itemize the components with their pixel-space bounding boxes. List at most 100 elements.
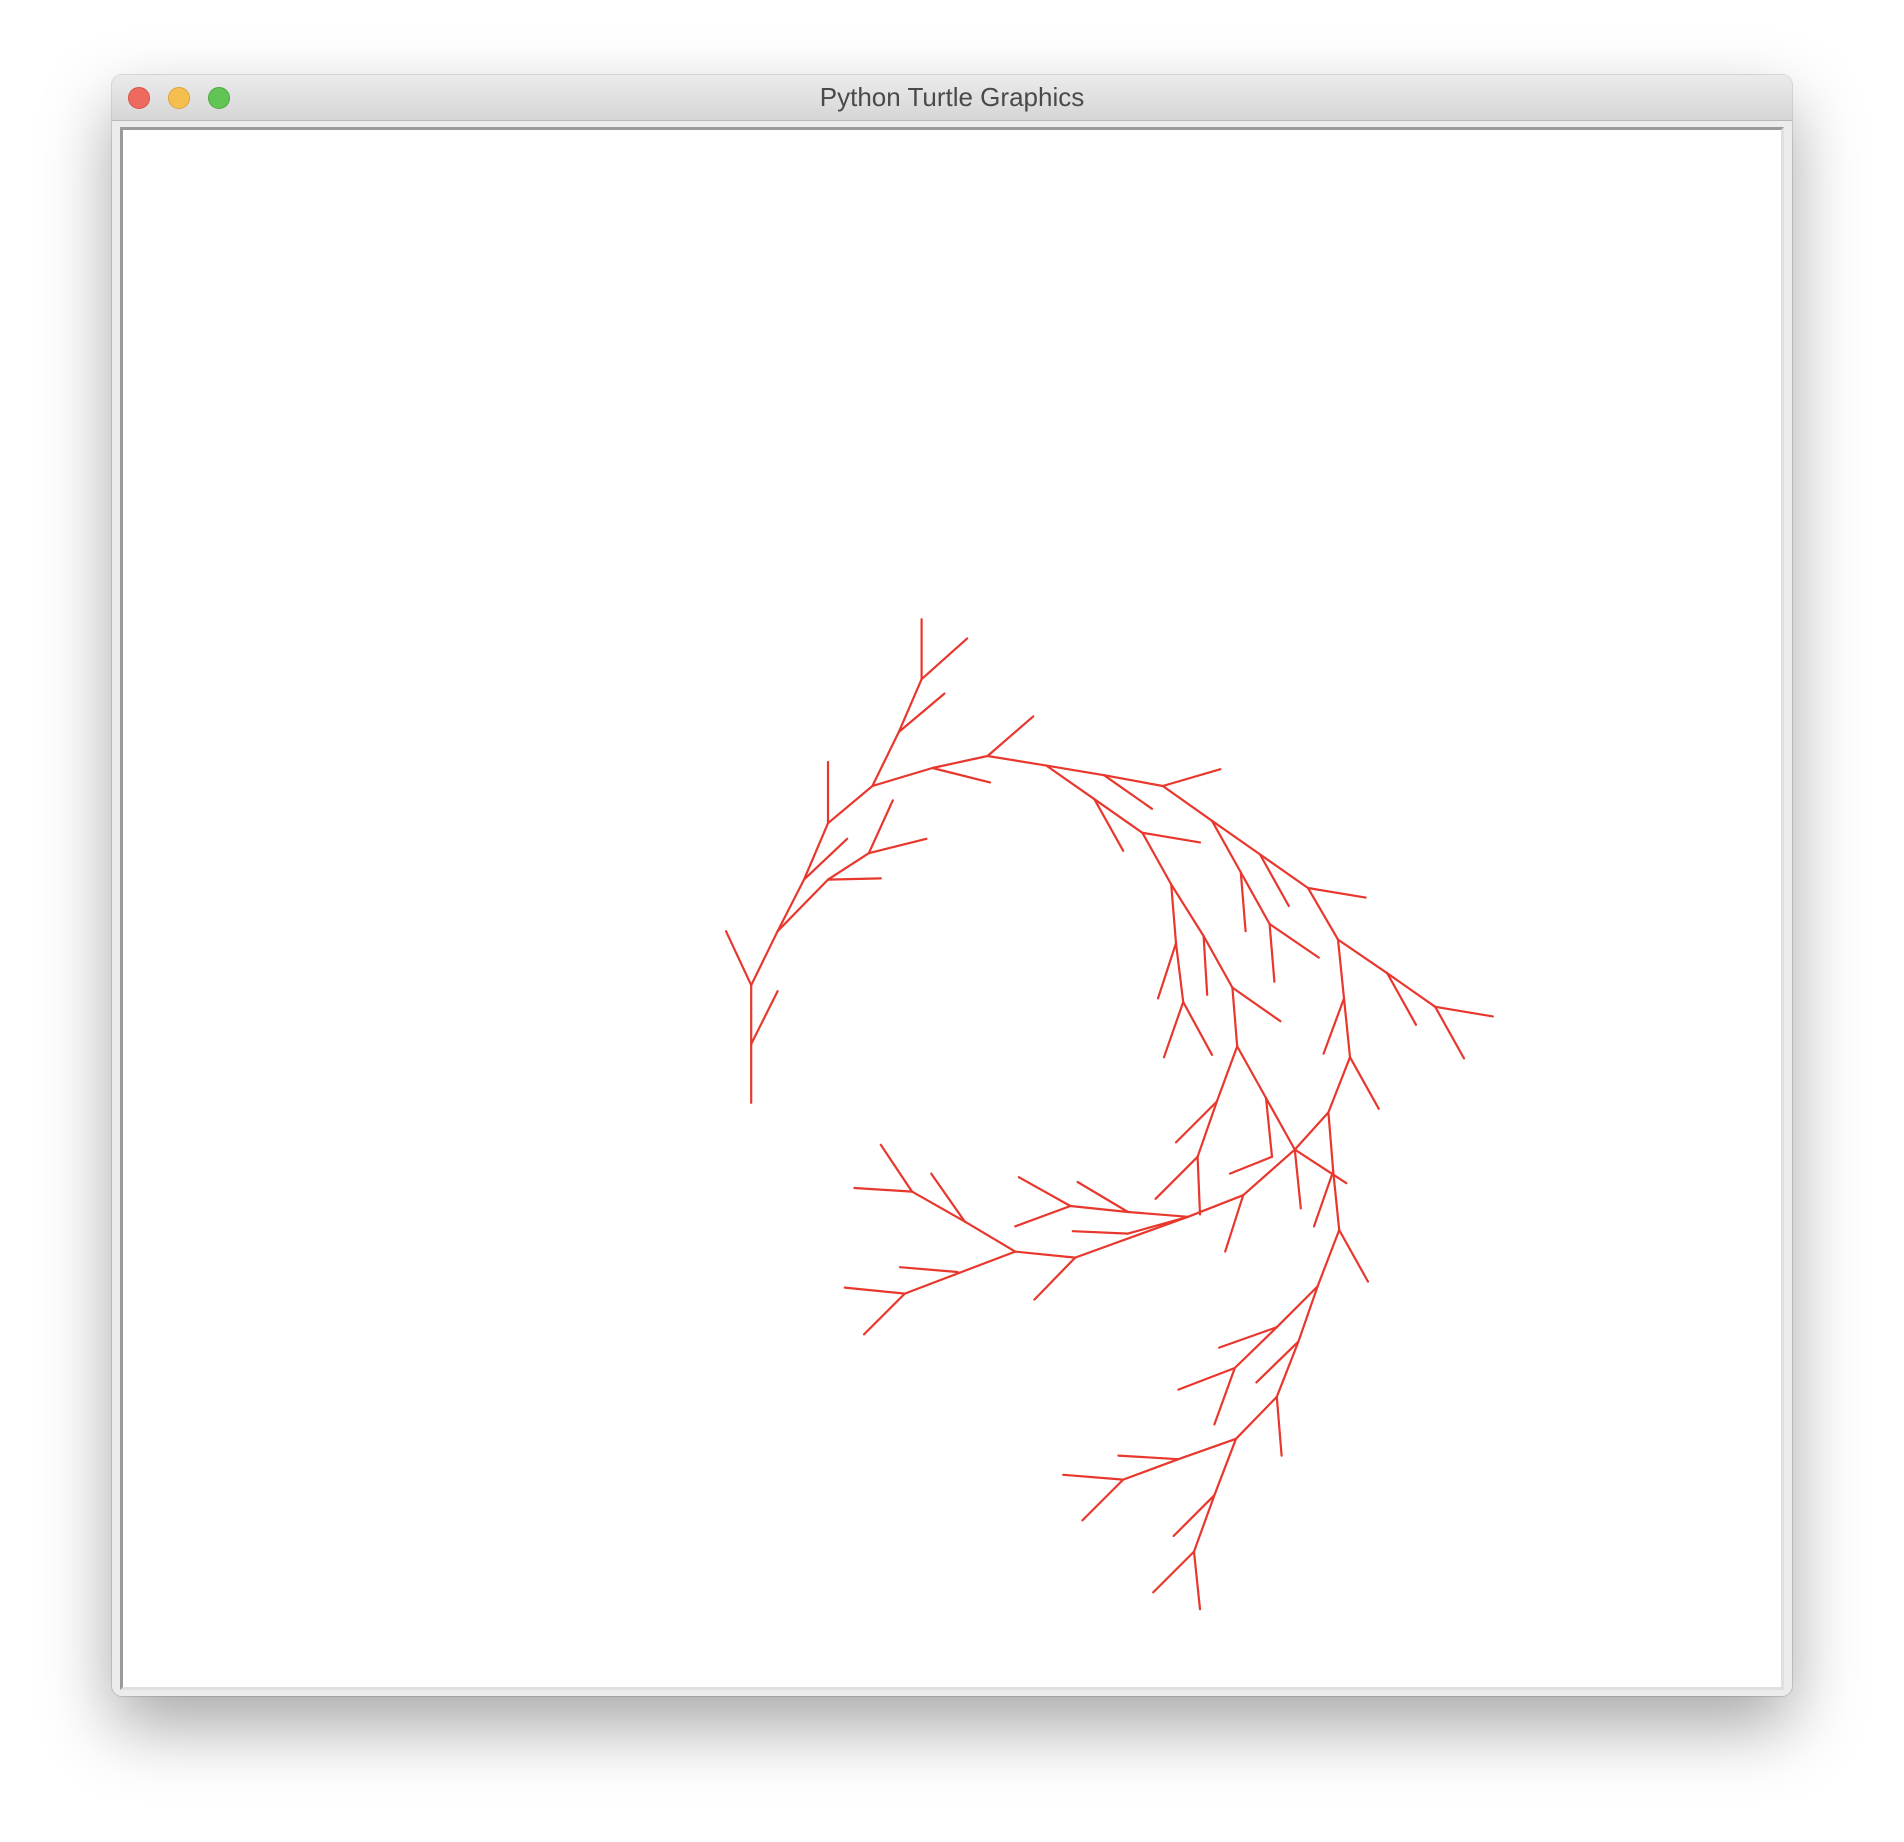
branch-segment (1327, 1056, 1352, 1114)
branch-segment (1196, 1155, 1202, 1216)
branch-segment (776, 878, 830, 933)
branch-segment (1258, 853, 1310, 890)
branch-segment (826, 784, 874, 825)
branch-segment (1293, 1111, 1330, 1151)
branch-segment (862, 1292, 906, 1336)
branch-segment (898, 1266, 959, 1274)
branch-segment (1338, 1228, 1370, 1283)
branch-segment (1336, 938, 1389, 975)
branch-segment (1062, 1473, 1125, 1481)
branch-segment (1332, 1170, 1341, 1232)
branch-segment (1202, 934, 1234, 989)
branch-segment (1126, 1210, 1190, 1218)
branch-segment (931, 766, 992, 784)
branch-segment (986, 754, 1048, 767)
branch-segment (1224, 1194, 1245, 1253)
branch-segment (1161, 784, 1214, 822)
branch-segment (1213, 1366, 1236, 1426)
branch-segment (1348, 1056, 1380, 1110)
branch-segment (776, 878, 806, 933)
branch-segment (1434, 1005, 1466, 1060)
branch-segment (1434, 1005, 1494, 1018)
branch-segment (802, 822, 830, 881)
fractal-tree-drawing (724, 618, 1494, 1611)
branch-segment (897, 692, 946, 734)
turtle-window: Python Turtle Graphics (112, 75, 1792, 1696)
branch-segment (1177, 1366, 1236, 1391)
branch-segment (1275, 1340, 1300, 1398)
branch-segment (1242, 1148, 1296, 1197)
branch-segment (1268, 922, 1320, 959)
branch-segment (1312, 1170, 1335, 1228)
branch-segment (1093, 798, 1144, 834)
branch-segment (1233, 1326, 1278, 1370)
branch-segment (1386, 972, 1418, 1026)
branch-segment (1117, 1454, 1180, 1461)
branch-segment (1174, 942, 1185, 1004)
branch-segment (1161, 768, 1222, 788)
branch-segment (1186, 1194, 1245, 1218)
branch-segment (1154, 1155, 1199, 1200)
branch-segment (986, 715, 1035, 758)
window-title: Python Turtle Graphics (819, 82, 1085, 112)
branch-segment (1306, 886, 1340, 941)
branch-segment (853, 1186, 914, 1193)
branch-segment (1255, 1340, 1300, 1384)
branch-segment (1336, 938, 1346, 1000)
branch-segment (1014, 1250, 1077, 1259)
branch-segment (920, 637, 969, 681)
branch-segment (1215, 1045, 1239, 1103)
branch-segment (1093, 798, 1125, 852)
branch-segment (843, 1286, 906, 1295)
title-bar[interactable]: Python Turtle Graphics (112, 75, 1792, 121)
branch-segment (1017, 1176, 1072, 1208)
branch-segment (1202, 934, 1209, 996)
branch-segment (867, 799, 894, 855)
branch-segment (1156, 942, 1178, 1000)
branch-segment (1218, 1326, 1278, 1349)
branch-segment (826, 852, 870, 881)
branch-segment (871, 766, 934, 788)
branch-segment (1141, 831, 1173, 886)
branch-segment (1170, 883, 1205, 938)
branch-segment (1275, 1395, 1283, 1457)
turtle-canvas[interactable] (123, 130, 1781, 1687)
branch-segment (1170, 883, 1178, 945)
branch-segment (1210, 819, 1262, 856)
branch-segment (1234, 1395, 1278, 1440)
branch-segment (879, 1143, 914, 1193)
branch-segment (826, 877, 882, 881)
branch-segment (1074, 1215, 1190, 1259)
branch-segment (867, 837, 928, 855)
branch-segment (1122, 1458, 1180, 1481)
branch-segment (1386, 972, 1437, 1008)
branch-segment (1033, 1256, 1077, 1301)
branch-segment (1293, 1148, 1348, 1185)
branch-segment (1177, 1437, 1238, 1461)
branch-segment (910, 1190, 966, 1223)
branch-segment (1213, 1437, 1238, 1497)
branch-segment (1192, 1494, 1216, 1553)
branch-segment (1327, 1111, 1335, 1173)
branch-segment (897, 678, 923, 734)
branch-segment (724, 930, 753, 987)
branch-segment (1210, 819, 1242, 874)
branch-segment (871, 730, 900, 788)
branch-segment (903, 1250, 1017, 1295)
branch-segment (1192, 1550, 1202, 1611)
branch-segment (1236, 1045, 1268, 1100)
branch-segment (1228, 1155, 1274, 1175)
branch-segment (1172, 1494, 1216, 1538)
branch-segment (802, 837, 849, 881)
branch-segment (1231, 986, 1282, 1023)
branch-segment (1231, 986, 1239, 1048)
branch-segment (931, 754, 989, 770)
branch-segment (1014, 1204, 1072, 1228)
branch-segment (1316, 1228, 1341, 1288)
branch-segment (930, 1172, 966, 1223)
branch-segment (1182, 1000, 1214, 1056)
branch-segment (1152, 1550, 1196, 1594)
branch-segment (1342, 997, 1352, 1059)
branch-segment (963, 1220, 1017, 1253)
branch-segment (1081, 1478, 1125, 1522)
